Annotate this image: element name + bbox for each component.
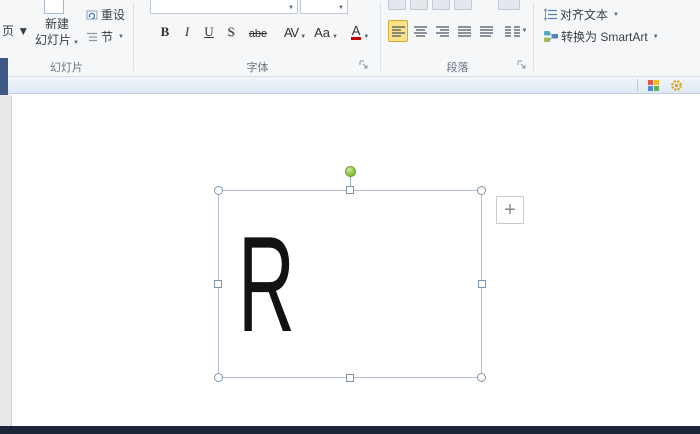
columns-icon bbox=[505, 26, 520, 37]
new-slide-button[interactable]: 新建 幻灯片▼ bbox=[30, 16, 84, 51]
chevron-down-icon: ▼ bbox=[288, 5, 294, 11]
group-separator bbox=[133, 3, 134, 71]
align-center-icon bbox=[414, 26, 427, 37]
toolbar-separator bbox=[637, 79, 638, 91]
chevron-down-icon: ▼ bbox=[613, 12, 619, 18]
font-size-combo[interactable]: ▼ bbox=[300, 0, 348, 14]
section-icon bbox=[86, 31, 98, 43]
font-color-button[interactable]: A ▼ bbox=[344, 20, 376, 42]
chevron-down-icon: ▼ bbox=[118, 34, 124, 40]
convert-smartart-label: 转换为 SmartArt bbox=[561, 28, 648, 45]
slide-left-margin bbox=[0, 95, 12, 426]
group-separator bbox=[533, 3, 534, 71]
strikethrough-button[interactable]: abe bbox=[243, 20, 273, 42]
paste-button-fragment[interactable]: 页 ▼ bbox=[2, 22, 29, 39]
reset-slide-button[interactable]: 重设 bbox=[84, 5, 127, 24]
reset-icon bbox=[86, 9, 98, 21]
align-right-button[interactable] bbox=[432, 20, 452, 42]
underline-button[interactable]: U bbox=[199, 20, 219, 42]
rotation-handle[interactable] bbox=[345, 166, 356, 177]
chevron-down-icon: ▼ bbox=[338, 5, 344, 11]
settings-gear-icon[interactable] bbox=[670, 79, 683, 92]
ribbon-home-tab-area: 页 ▼ 新建 幻灯片▼ 重设 节 ▼ 幻灯片 ▼ bbox=[0, 0, 700, 77]
align-text-icon bbox=[544, 8, 557, 21]
numbering-icon[interactable] bbox=[410, 0, 428, 10]
bold-button[interactable]: B bbox=[155, 20, 175, 42]
section-button[interactable]: 节 ▼ bbox=[84, 27, 126, 46]
distribute-text-icon bbox=[480, 26, 493, 37]
group-separator bbox=[380, 3, 381, 71]
align-center-button[interactable] bbox=[410, 20, 430, 42]
increase-indent-icon[interactable] bbox=[454, 0, 472, 10]
character-spacing-button[interactable]: AV ▼ bbox=[280, 20, 310, 42]
slides-group-label: 幻灯片 bbox=[0, 59, 133, 75]
resize-handle-right[interactable] bbox=[478, 280, 486, 288]
font-color-glyph: A bbox=[351, 24, 362, 40]
align-right-icon bbox=[436, 26, 449, 37]
align-left-icon bbox=[392, 26, 405, 37]
textbox-selection-border[interactable] bbox=[218, 190, 482, 378]
paragraph-group-label: 段落 bbox=[382, 59, 533, 75]
columns-button[interactable]: ▼ bbox=[502, 20, 530, 42]
resize-handle-left[interactable] bbox=[214, 280, 222, 288]
align-text-button[interactable]: 对齐文本 ▼ bbox=[542, 5, 621, 24]
justify-button[interactable] bbox=[454, 20, 474, 42]
change-case-glyph: Aa bbox=[314, 25, 330, 40]
resize-handle-top-left[interactable] bbox=[214, 186, 223, 195]
distribute-text-button[interactable] bbox=[476, 20, 496, 42]
font-name-combo[interactable]: ▼ bbox=[150, 0, 298, 14]
change-case-button[interactable]: Aa ▼ bbox=[312, 20, 340, 42]
resize-handle-bottom-right[interactable] bbox=[477, 373, 486, 382]
decrease-indent-icon[interactable] bbox=[432, 0, 450, 10]
resize-handle-bottom-left[interactable] bbox=[214, 373, 223, 382]
theme-colors-icon[interactable] bbox=[647, 79, 660, 92]
resize-handle-top-right[interactable] bbox=[477, 186, 486, 195]
resize-handle-top[interactable] bbox=[346, 186, 354, 194]
powerpoint-window: 页 ▼ 新建 幻灯片▼ 重设 节 ▼ 幻灯片 ▼ bbox=[0, 0, 700, 434]
chevron-down-icon: ▼ bbox=[522, 28, 528, 34]
chevron-down-icon: ▼ bbox=[332, 34, 338, 40]
new-slide-icon bbox=[44, 0, 64, 14]
insert-plus-button[interactable]: + bbox=[496, 196, 524, 224]
left-window-edge bbox=[0, 58, 8, 95]
resize-handle-bottom[interactable] bbox=[346, 374, 354, 382]
reset-label: 重设 bbox=[101, 6, 125, 23]
chevron-down-icon: ▼ bbox=[363, 34, 369, 40]
italic-button[interactable]: I bbox=[177, 20, 197, 42]
chevron-down-icon: ▼ bbox=[73, 40, 79, 46]
smartart-icon bbox=[544, 30, 558, 43]
secondary-toolbar-strip bbox=[8, 77, 700, 94]
text-shadow-button[interactable]: S bbox=[221, 20, 241, 42]
bottom-window-edge bbox=[0, 426, 700, 434]
new-slide-label-line2: 幻灯片▼ bbox=[30, 32, 84, 51]
new-slide-label-line1: 新建 bbox=[30, 16, 84, 32]
character-spacing-glyph: AV bbox=[284, 25, 298, 40]
bullets-icon[interactable] bbox=[388, 0, 406, 10]
font-dialog-launcher-icon[interactable] bbox=[359, 57, 371, 69]
paragraph-dialog-launcher-icon[interactable] bbox=[517, 57, 529, 69]
justify-icon bbox=[458, 26, 471, 37]
align-left-button[interactable] bbox=[388, 20, 408, 42]
chevron-down-icon: ▼ bbox=[300, 34, 306, 40]
convert-smartart-button[interactable]: 转换为 SmartArt ▼ bbox=[542, 27, 661, 46]
line-spacing-icon[interactable] bbox=[498, 0, 520, 10]
font-group-label: 字体 bbox=[135, 59, 380, 75]
section-label: 节 bbox=[101, 28, 113, 45]
align-text-label: 对齐文本 bbox=[560, 6, 608, 23]
chevron-down-icon: ▼ bbox=[653, 34, 659, 40]
